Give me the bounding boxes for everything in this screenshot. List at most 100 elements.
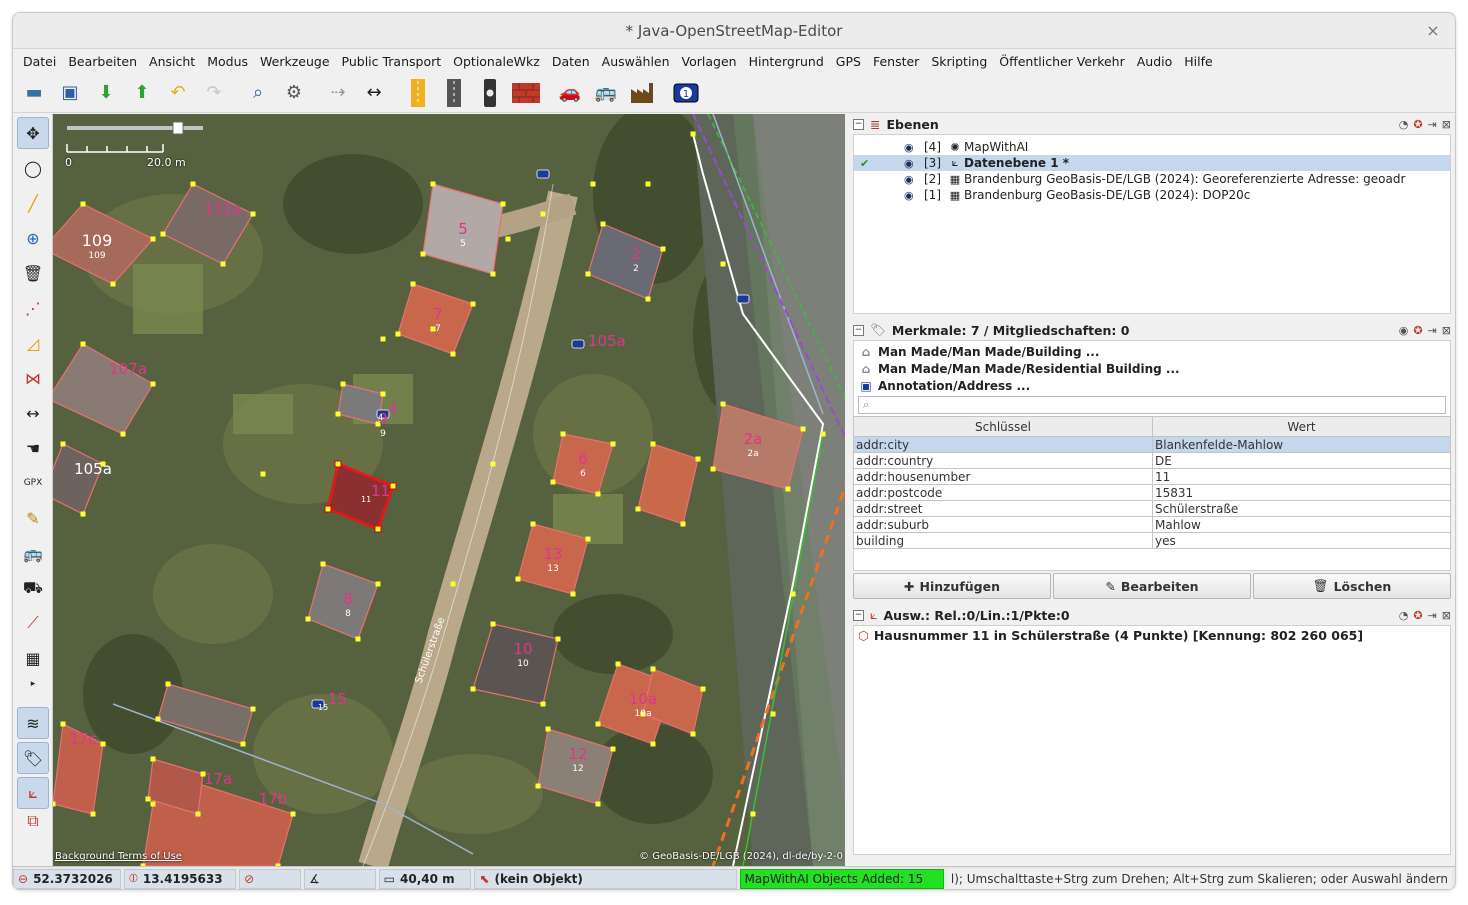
traffic-light-icon[interactable] bbox=[473, 76, 507, 110]
layer-row[interactable]: ◉ [4] ✺ MapWithAI bbox=[854, 139, 1450, 155]
building-tool-icon[interactable]: ▦ bbox=[17, 642, 49, 674]
menu-item[interactable]: Daten bbox=[546, 54, 596, 69]
bus-icon[interactable]: 🚌 bbox=[589, 76, 623, 110]
aerial-map[interactable]: 109109111a107a105a22775599662a2a13138810… bbox=[53, 114, 845, 866]
tag-row[interactable]: addr:housenumber 11 bbox=[853, 468, 1451, 485]
preset-item[interactable]: ▣ Annotation/Address ... bbox=[858, 377, 1446, 394]
tag-search-input[interactable]: ⌕ bbox=[858, 396, 1446, 414]
road-yellow-icon[interactable] bbox=[401, 76, 435, 110]
split-way-icon[interactable]: ↔ bbox=[357, 76, 391, 110]
delete-tool-icon[interactable]: 🗑 bbox=[17, 257, 49, 289]
menu-item[interactable]: OptionaleWkz bbox=[447, 54, 546, 69]
help-icon[interactable]: ✪ bbox=[1413, 324, 1422, 337]
menu-item[interactable]: Hintergrund bbox=[743, 54, 830, 69]
zoom-icon[interactable]: ⌕ bbox=[241, 76, 275, 110]
layer-row[interactable]: ◉ [2] ▦ Brandenburg GeoBasis-DE/LGB (2024):… bbox=[854, 171, 1450, 187]
relations-toggle-icon[interactable]: ⧉ bbox=[17, 811, 49, 830]
road-grey-icon[interactable] bbox=[437, 76, 471, 110]
close-icon[interactable]: × bbox=[1423, 21, 1443, 40]
gpx-icon[interactable]: GPX bbox=[17, 467, 49, 499]
tag-key[interactable]: addr:housenumber bbox=[853, 468, 1153, 485]
menu-item[interactable]: GPS bbox=[830, 54, 867, 69]
tag-key[interactable]: addr:suburb bbox=[853, 516, 1153, 533]
selection-item[interactable]: ⬡ Hausnummer 11 in Schülerstraße (4 Punkt… bbox=[858, 628, 1446, 643]
menu-item[interactable]: Vorlagen bbox=[676, 54, 743, 69]
tag-key[interactable]: addr:postcode bbox=[853, 484, 1153, 501]
download-icon[interactable]: ⬇ bbox=[89, 76, 123, 110]
menu-item[interactable]: Werkzeuge bbox=[254, 54, 336, 69]
car-icon[interactable]: 🚗 bbox=[553, 76, 587, 110]
tag-key[interactable]: addr:city bbox=[853, 436, 1153, 453]
layer-row[interactable]: ✔ ◉ [3] ⟀ Datenebene 1 * bbox=[854, 155, 1450, 171]
menu-item[interactable]: Auswählen bbox=[596, 54, 676, 69]
measure-icon[interactable]: ↔ bbox=[17, 397, 49, 429]
factory-icon[interactable] bbox=[625, 76, 659, 110]
edit-tag-button[interactable]: ✎ Bearbeiten bbox=[1053, 573, 1251, 599]
upload-icon[interactable]: ⬆ bbox=[125, 76, 159, 110]
menu-item[interactable]: Modus bbox=[201, 54, 254, 69]
tag-value[interactable]: Mahlow bbox=[1152, 516, 1451, 533]
zoom-tool-icon[interactable]: ⊕ bbox=[17, 222, 49, 254]
wall-icon[interactable] bbox=[509, 76, 543, 110]
parallel-way-icon[interactable]: ◿ bbox=[17, 327, 49, 359]
tag-key[interactable]: building bbox=[853, 532, 1153, 549]
preset-item[interactable]: ⌂ Man Made/Man Made/Residential Building … bbox=[858, 360, 1446, 377]
preferences-icon[interactable]: ⚙ bbox=[277, 76, 311, 110]
improve-way-icon[interactable]: ⋰ bbox=[17, 292, 49, 324]
tag-value[interactable]: yes bbox=[1152, 532, 1451, 549]
collapse-icon[interactable]: − bbox=[853, 609, 864, 621]
tag-key[interactable]: addr:country bbox=[853, 452, 1153, 469]
value-column-header[interactable]: Wert bbox=[1152, 416, 1451, 437]
menu-item[interactable]: Fenster bbox=[867, 54, 925, 69]
tag-row[interactable]: addr:city Blankenfelde-Mahlow bbox=[853, 436, 1451, 453]
tag-row[interactable]: addr:street Schülerstraße bbox=[853, 500, 1451, 517]
tag-row[interactable]: building yes bbox=[853, 532, 1451, 549]
delete-tag-button[interactable]: 🗑 Löschen bbox=[1253, 573, 1451, 599]
selection-toggle-icon[interactable]: ⟀ bbox=[17, 777, 49, 809]
collapse-icon[interactable]: − bbox=[853, 118, 864, 130]
eye-icon[interactable]: ◉ bbox=[904, 173, 924, 186]
layers-toggle-icon[interactable]: ≋ bbox=[17, 707, 49, 739]
menu-item[interactable]: Skripting bbox=[925, 54, 993, 69]
tag-row[interactable]: addr:postcode 15831 bbox=[853, 484, 1451, 501]
draw-tool-icon[interactable]: ╱ bbox=[17, 187, 49, 219]
route-icon[interactable]: ⟋ bbox=[17, 607, 49, 639]
tags-toggle-icon[interactable]: 🏷 bbox=[17, 742, 49, 774]
pin-icon[interactable]: ⇥ bbox=[1428, 324, 1437, 337]
save-icon[interactable]: ▣ bbox=[53, 76, 87, 110]
collapse-icon[interactable]: − bbox=[853, 324, 864, 336]
layer-row[interactable]: ◉ [1] ▦ Brandenburg GeoBasis-DE/LGB (2024):… bbox=[854, 187, 1450, 203]
close-icon[interactable]: ⊠ bbox=[1442, 609, 1451, 622]
hide-icon[interactable]: ◔ bbox=[1399, 609, 1409, 622]
menu-item[interactable]: Bearbeiten bbox=[62, 54, 143, 69]
close-icon[interactable]: ⊠ bbox=[1442, 118, 1451, 131]
preset-item[interactable]: ⌂ Man Made/Man Made/Building ... bbox=[858, 343, 1446, 360]
eye-icon[interactable]: ◉ bbox=[904, 189, 924, 202]
key-column-header[interactable]: Schlüssel bbox=[853, 416, 1153, 437]
lasso-tool-icon[interactable]: ◯ bbox=[17, 152, 49, 184]
transit-icon[interactable]: ⛟ bbox=[17, 572, 49, 604]
menu-item[interactable]: Audio bbox=[1131, 54, 1179, 69]
eye-icon[interactable]: ◉ bbox=[904, 141, 924, 154]
close-icon[interactable]: ⊠ bbox=[1442, 324, 1451, 337]
background-terms-link[interactable]: Background Terms of Use bbox=[55, 851, 182, 862]
merge-nodes-icon[interactable]: ⇢ bbox=[321, 76, 355, 110]
redo-icon[interactable]: ↷ bbox=[197, 76, 231, 110]
bus-tool-icon[interactable]: 🚌 bbox=[17, 537, 49, 569]
tag-row[interactable]: addr:suburb Mahlow bbox=[853, 516, 1451, 533]
tag-value[interactable]: DE bbox=[1152, 452, 1451, 469]
pin-icon[interactable]: ⇥ bbox=[1428, 118, 1437, 131]
menu-item[interactable]: Public Transport bbox=[336, 54, 448, 69]
hand-icon[interactable]: ☚ bbox=[17, 432, 49, 464]
eye-icon[interactable]: ◉ bbox=[1399, 324, 1409, 337]
tag-value[interactable]: Blankenfelde-Mahlow bbox=[1152, 436, 1451, 453]
tag-key[interactable]: addr:street bbox=[853, 500, 1153, 517]
pin-icon[interactable]: ⇥ bbox=[1428, 609, 1437, 622]
help-icon[interactable]: ✪ bbox=[1413, 118, 1422, 131]
tag-value[interactable]: 11 bbox=[1152, 468, 1451, 485]
tag-row[interactable]: addr:country DE bbox=[853, 452, 1451, 469]
map-view[interactable]: 109 109 111a 107a 105a 2 2 7 7 5 5 9 9 6 6 2a 2a 13 13 8 8 10… bbox=[53, 114, 845, 866]
menu-item[interactable]: Ansicht bbox=[143, 54, 201, 69]
eye-icon[interactable]: ◉ bbox=[904, 157, 924, 170]
menu-item[interactable]: Öffentlicher Verkehr bbox=[993, 54, 1130, 69]
